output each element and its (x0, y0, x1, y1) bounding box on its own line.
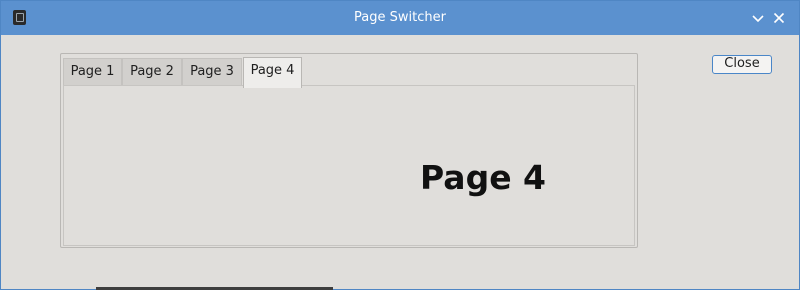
close-icon[interactable] (771, 10, 787, 26)
chevron-down-icon[interactable] (750, 10, 766, 26)
page-content-panel: Page 4 (63, 85, 635, 246)
close-button[interactable]: Close (712, 55, 772, 74)
page-label: Page 4 (420, 158, 547, 197)
title-bar[interactable]: Page Switcher (1, 1, 799, 35)
tab-page-2[interactable]: Page 2 (122, 58, 182, 86)
tab-page-4[interactable]: Page 4 (243, 57, 302, 88)
window-title: Page Switcher (354, 10, 446, 25)
tab-page-1[interactable]: Page 1 (63, 58, 122, 86)
tab-widget: Page 1 Page 2 Page 3 Page 4 Page 4 (60, 53, 638, 248)
page-switcher-window: Page Switcher Page 1 Page 2 Page 3 Page … (0, 0, 800, 290)
tab-page-3[interactable]: Page 3 (182, 58, 242, 86)
